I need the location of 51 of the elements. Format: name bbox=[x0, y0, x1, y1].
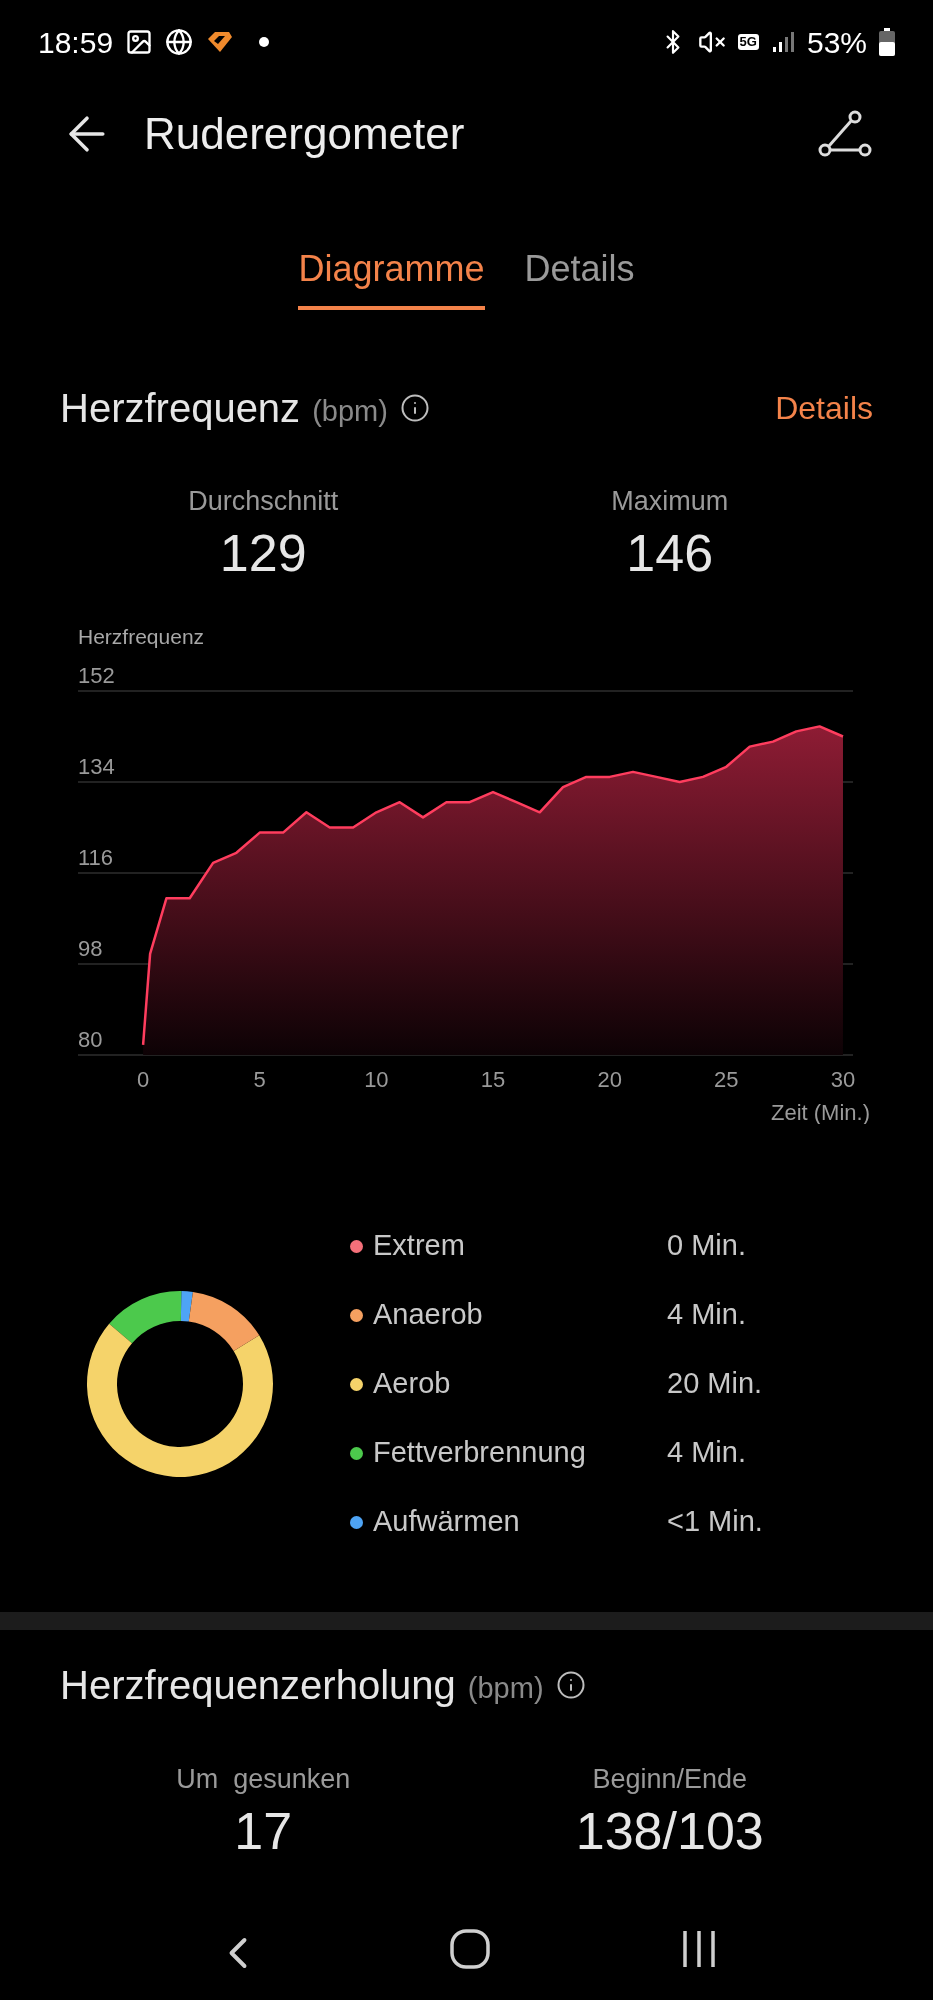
image-icon bbox=[125, 28, 154, 56]
y-tick-label: 98 bbox=[78, 936, 103, 961]
info-icon[interactable] bbox=[555, 1670, 586, 1700]
zone-label: Extrem bbox=[373, 1228, 466, 1264]
zone-duration: 0 Min. bbox=[667, 1228, 746, 1264]
stat-value: 138/103 bbox=[575, 1800, 764, 1862]
axis-title: Zeit (Min.) bbox=[771, 1100, 870, 1124]
network-badge: 5G bbox=[737, 34, 759, 50]
axis-title: Herzfrequenz bbox=[78, 625, 205, 648]
x-tick-label: 25 bbox=[714, 1067, 739, 1092]
x-tick-label: 5 bbox=[253, 1067, 266, 1092]
zone-duration: <1 Min. bbox=[667, 1504, 763, 1540]
stat-label: Durchschnitt bbox=[188, 485, 339, 518]
section-title: Herzfrequenz bbox=[60, 385, 301, 432]
stat-value: 129 bbox=[219, 522, 307, 584]
y-tick-label: 152 bbox=[78, 663, 115, 688]
stat-label: Um gesunken bbox=[176, 1763, 351, 1796]
zone-label: Aufwärmen bbox=[373, 1504, 521, 1540]
zone-duration: 20 Min. bbox=[667, 1366, 763, 1402]
stat-value: 17 bbox=[234, 1800, 293, 1862]
battery-percent: 53% bbox=[806, 24, 867, 61]
zone-label: Fettverbrennung bbox=[373, 1435, 587, 1471]
home-nav-icon[interactable] bbox=[448, 1927, 493, 1971]
route-icon[interactable] bbox=[817, 110, 873, 158]
x-tick-label: 20 bbox=[597, 1067, 622, 1092]
zone-duration: 4 Min. bbox=[667, 1435, 746, 1471]
y-tick-label: 80 bbox=[78, 1027, 103, 1052]
signal-icon bbox=[770, 30, 795, 54]
unit-label: (bpm) bbox=[312, 394, 388, 430]
x-tick-label: 0 bbox=[136, 1067, 150, 1092]
unit-label: (bpm) bbox=[467, 1671, 544, 1707]
zone-label: Anaerob bbox=[373, 1297, 484, 1333]
stat-label: Maximum bbox=[611, 485, 729, 518]
y-tick-label: 134 bbox=[78, 754, 115, 779]
page-title: Ruderergometer bbox=[144, 108, 465, 160]
tab[interactable]: Details bbox=[524, 242, 635, 310]
x-tick-label: 10 bbox=[364, 1067, 389, 1092]
info-icon[interactable] bbox=[399, 393, 430, 423]
globe-icon bbox=[165, 28, 194, 56]
x-tick-label: 30 bbox=[830, 1067, 856, 1092]
details-link[interactable]: Details bbox=[775, 384, 873, 432]
y-tick-label: 116 bbox=[78, 845, 114, 870]
stat-label: Beginn/Ende bbox=[592, 1763, 748, 1796]
battery-icon bbox=[879, 28, 895, 56]
zone-duration: 4 Min. bbox=[667, 1297, 746, 1333]
tab[interactable]: Diagramme bbox=[298, 242, 485, 310]
zone-label: Aerob bbox=[373, 1366, 452, 1402]
stat-value: 146 bbox=[626, 522, 714, 584]
section-title: Herzfrequenzerholung bbox=[60, 1662, 456, 1709]
clock: 18:59 bbox=[38, 24, 114, 61]
x-tick-label: 15 bbox=[480, 1067, 506, 1092]
